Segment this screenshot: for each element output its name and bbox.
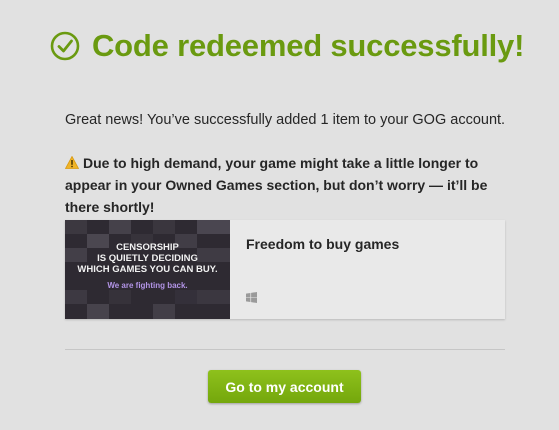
warning-icon bbox=[65, 156, 79, 169]
cover-line-3: which games you can buy. bbox=[77, 264, 218, 275]
divider bbox=[65, 349, 505, 350]
check-circle-icon bbox=[50, 31, 80, 61]
item-details: Freedom to buy games bbox=[230, 220, 505, 319]
redeemed-item-card[interactable]: Censorship is quietly deciding which gam… bbox=[65, 220, 505, 319]
item-title[interactable]: Freedom to buy games bbox=[246, 236, 399, 252]
cover-line-2: is quietly deciding bbox=[97, 253, 198, 264]
page-title: Code redeemed successfully! bbox=[92, 28, 525, 63]
warning-text: Due to high demand, your game might take… bbox=[65, 155, 488, 215]
item-cover-image: Censorship is quietly deciding which gam… bbox=[65, 220, 230, 319]
cover-line-1: Censorship bbox=[116, 242, 179, 253]
delay-warning: Due to high demand, your game might take… bbox=[65, 152, 525, 218]
go-to-account-button[interactable]: Go to my account bbox=[208, 370, 361, 403]
cover-tagline: We are fighting back. bbox=[107, 281, 188, 290]
windows-icon bbox=[246, 292, 257, 303]
success-message: Great news! You’ve successfully added 1 … bbox=[65, 112, 506, 128]
success-header: Code redeemed successfully! bbox=[50, 26, 524, 66]
